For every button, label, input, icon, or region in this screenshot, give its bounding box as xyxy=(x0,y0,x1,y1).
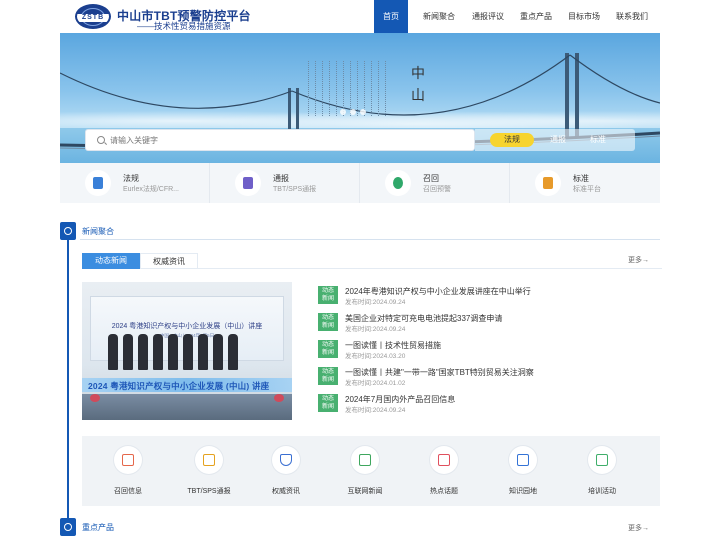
search-tab-notification[interactable]: 通报 xyxy=(543,133,573,147)
nav-target-market[interactable]: 目标市场 xyxy=(560,0,608,33)
service-tbt-sps[interactable]: TBT/SPS通报 xyxy=(174,446,244,500)
section-rail xyxy=(67,240,69,522)
news-item[interactable]: 动态 新闻 一图读懂丨共建"一带一路"国家TBT特别贸易关注洞察 发布时间:20… xyxy=(318,367,660,387)
service-label: 知识园地 xyxy=(509,488,537,495)
quick-link-title: 法规 xyxy=(123,174,139,183)
logo-text: ZSTB xyxy=(81,14,105,21)
quick-link-title: 通报 xyxy=(273,174,289,183)
photo-people xyxy=(108,334,243,370)
search-tab-standard[interactable]: 标准 xyxy=(583,133,613,147)
photo-caption: 2024 粤港知识产权与中小企业发展 (中山) 讲座 xyxy=(88,381,270,391)
recall-icon xyxy=(385,170,411,196)
products-section-title: 重点产品 xyxy=(82,523,114,532)
header: ZSTB 中山市TBT预警防控平台 ——技术性贸易措施资源 首页 新闻聚合 通报… xyxy=(0,0,720,33)
shield-icon xyxy=(272,446,300,474)
service-internet-news[interactable]: 互联网新闻 xyxy=(330,446,400,500)
products-more-link[interactable]: 更多→ xyxy=(628,523,649,533)
nav-key-products[interactable]: 重点产品 xyxy=(512,0,560,33)
recall-arrow-icon xyxy=(114,446,142,474)
chat-icon xyxy=(430,446,458,474)
nav-home[interactable]: 首页 xyxy=(374,0,408,33)
globe-icon xyxy=(60,222,76,240)
quick-link-sub: 标准平台 xyxy=(573,186,601,193)
service-label: TBT/SPS通报 xyxy=(187,488,231,495)
service-label: 互联网新闻 xyxy=(347,488,383,495)
service-authoritative-info[interactable]: 权威资讯 xyxy=(251,446,321,500)
products-section-header: 重点产品 xyxy=(60,518,660,536)
site-logo[interactable]: ZSTB xyxy=(75,4,111,29)
news-tabs: 动态新闻 权威资讯 xyxy=(82,253,662,269)
service-label: 热点话题 xyxy=(430,488,458,495)
nav-notification-review[interactable]: 通报评议 xyxy=(464,0,512,33)
banner-char-1: 中 xyxy=(411,66,425,82)
quick-link-recall[interactable]: 召回 召回预警 xyxy=(360,163,510,203)
service-training[interactable]: 培训活动 xyxy=(567,446,637,500)
quick-link-standard[interactable]: 标准 标准平台 xyxy=(510,163,660,203)
main-nav: 首页 新闻聚合 通报评议 重点产品 目标市场 联系我们 xyxy=(374,0,656,33)
service-label: 权威资讯 xyxy=(272,488,300,495)
service-grid: 召回信息 TBT/SPS通报 权威资讯 互联网新闻 热点话题 知识园地 培训活动 xyxy=(82,436,660,506)
flower-decoration xyxy=(274,394,284,402)
news-more-link[interactable]: 更多→ xyxy=(628,255,649,265)
news-badge: 动态 新闻 xyxy=(318,313,338,331)
news-item[interactable]: 动态 新闻 一图读懂丨技术性贸易措施 发布时间:2024.03.20 xyxy=(318,340,660,360)
notice-icon xyxy=(235,170,261,196)
briefcase-icon xyxy=(195,446,223,474)
carousel-dot[interactable] xyxy=(340,109,346,115)
tab-authoritative-info[interactable]: 权威资讯 xyxy=(140,253,198,269)
training-icon xyxy=(588,446,616,474)
service-label: 培训活动 xyxy=(588,488,616,495)
quick-link-title: 标准 xyxy=(573,174,589,183)
document-icon xyxy=(85,170,111,196)
news-badge: 动态 新闻 xyxy=(318,367,338,385)
standard-icon xyxy=(535,170,561,196)
news-featured-photo[interactable]: 2024 粤港知识产权与中小企业发展（中山）讲座 中国 · 中山 | 2024年… xyxy=(82,282,292,420)
service-hot-topics[interactable]: 热点话题 xyxy=(409,446,479,500)
quick-link-sub: 召回预警 xyxy=(423,186,451,193)
search-icon xyxy=(97,136,105,144)
section-divider xyxy=(80,239,660,240)
product-icon xyxy=(60,518,76,536)
service-label: 召回信息 xyxy=(114,488,142,495)
quick-link-notification[interactable]: 通报 TBT/SPS通报 xyxy=(210,163,360,203)
quick-link-sub: TBT/SPS通报 xyxy=(273,186,317,193)
quick-link-title: 召回 xyxy=(423,174,439,183)
news-section-title: 新闻聚合 xyxy=(82,227,114,236)
search-tab-regulation[interactable]: 法规 xyxy=(490,133,534,147)
news-badge: 动态 新闻 xyxy=(318,394,338,412)
news-item[interactable]: 动态 新闻 2024年粤港知识产权与中小企业发展讲座在中山举行 发布时间:202… xyxy=(318,286,660,306)
quick-links: 法规 Eurlex法规/CFR... 通报 TBT/SPS通报 召回 召回预警 … xyxy=(60,163,660,203)
search-box xyxy=(85,129,475,151)
news-date: 发布时间:2024.03.20 xyxy=(345,353,406,360)
quick-link-regulation[interactable]: 法规 Eurlex法规/CFR... xyxy=(60,163,210,203)
carousel-dot[interactable] xyxy=(360,109,366,115)
book-icon xyxy=(509,446,537,474)
nav-contact[interactable]: 联系我们 xyxy=(608,0,656,33)
news-badge: 动态 新闻 xyxy=(318,286,338,304)
site-subtitle: ——技术性贸易措施资源 xyxy=(137,21,231,31)
news-date: 发布时间:2024.09.24 xyxy=(345,326,406,333)
news-item[interactable]: 动态 新闻 2024年7月国内外产品召回信息 发布时间:2024.09.24 xyxy=(318,394,660,414)
service-knowledge[interactable]: 知识园地 xyxy=(488,446,558,500)
news-date: 发布时间:2024.09.24 xyxy=(345,299,406,306)
photo-board-title: 2024 粤港知识产权与中小企业发展（中山）讲座 xyxy=(111,323,263,330)
web-news-icon xyxy=(351,446,379,474)
news-item[interactable]: 动态 新闻 美国企业对特定可充电电池提起337调查申请 发布时间:2024.09… xyxy=(318,313,660,333)
news-badge: 动态 新闻 xyxy=(318,340,338,358)
news-section-header: 新闻聚合 xyxy=(60,222,660,240)
flower-decoration xyxy=(90,394,100,402)
news-date: 发布时间:2024.01.02 xyxy=(345,380,406,387)
carousel-dot[interactable] xyxy=(350,109,356,115)
carousel-dots xyxy=(340,109,370,115)
news-date: 发布时间:2024.09.24 xyxy=(345,407,406,414)
search-input[interactable] xyxy=(110,133,460,148)
nav-news[interactable]: 新闻聚合 xyxy=(414,0,464,33)
banner-char-2: 山 xyxy=(411,88,425,104)
service-recall-info[interactable]: 召回信息 xyxy=(93,446,163,500)
tab-dynamic-news[interactable]: 动态新闻 xyxy=(82,253,140,269)
photo-stage-floor xyxy=(82,394,292,420)
search-type-tabs: 法规 通报 标准 xyxy=(475,129,635,151)
quick-link-sub: Eurlex法规/CFR... xyxy=(123,186,180,193)
